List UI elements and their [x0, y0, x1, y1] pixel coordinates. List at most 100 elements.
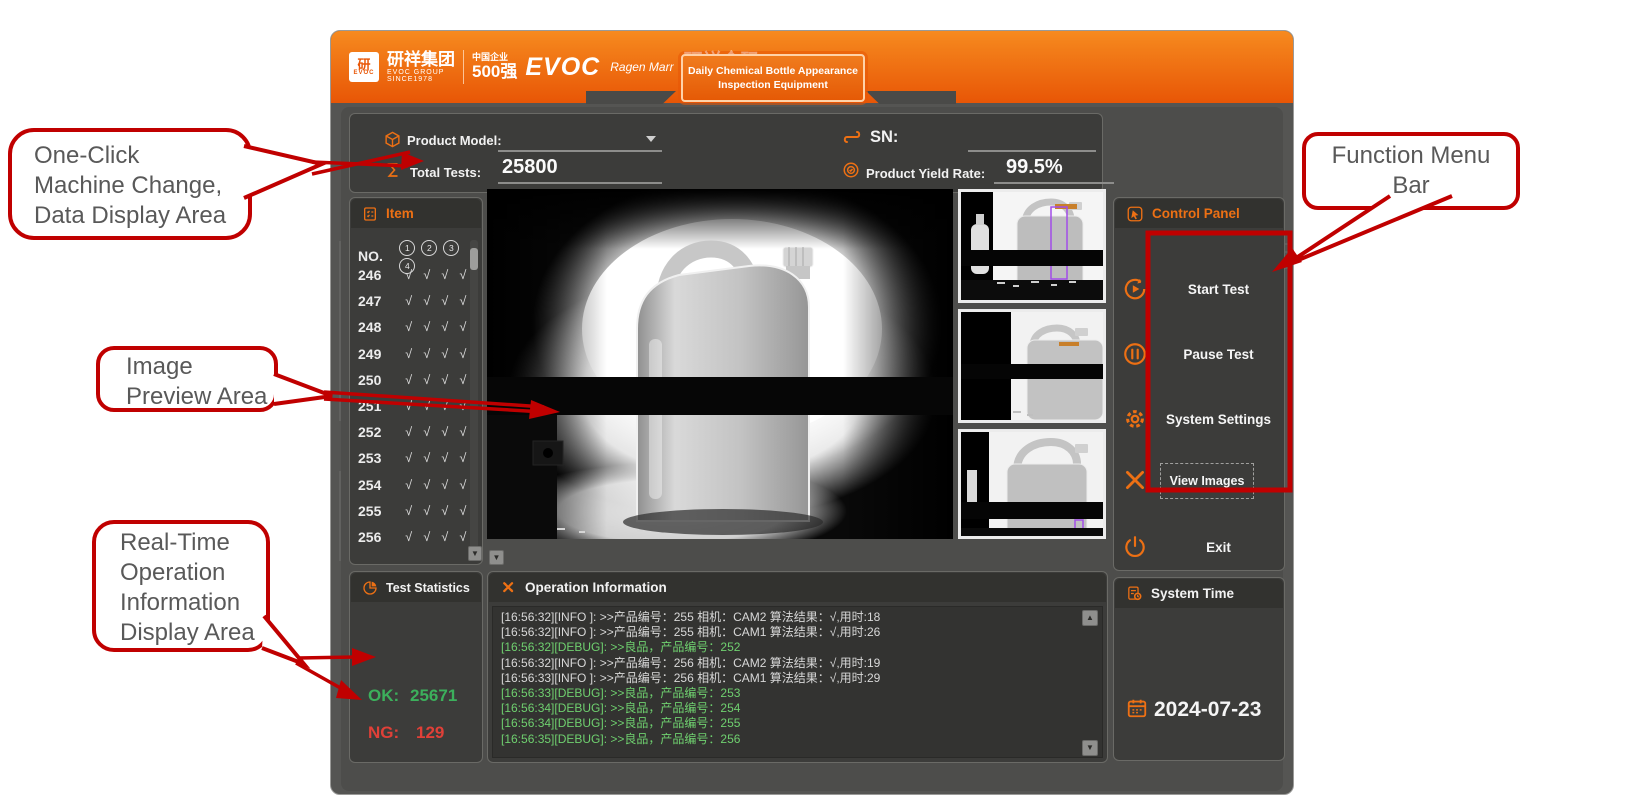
check-mark: √ — [436, 373, 454, 387]
view-images-button[interactable]: View Images — [1160, 463, 1254, 499]
sn-field[interactable] — [968, 128, 1096, 152]
check-mark: √ — [436, 504, 454, 518]
check-mark: √ — [418, 504, 436, 518]
system-settings-label: System Settings — [1157, 412, 1280, 427]
product-model-select[interactable] — [498, 128, 662, 152]
total-tests-label: Total Tests: — [410, 165, 481, 180]
table-row[interactable]: 255√√√√ — [352, 498, 472, 524]
table-row[interactable]: 248√√√√ — [352, 314, 472, 340]
check-mark: √ — [418, 347, 436, 361]
item-panel: Item NO. 1234 246√√√√247√√√√248√√√√249√√… — [349, 197, 483, 565]
check-mark: √ — [400, 504, 418, 518]
camera-preview-1[interactable] — [958, 189, 1106, 303]
sn-icon — [842, 127, 862, 147]
item-scrollbar[interactable] — [470, 240, 478, 548]
ng-value: 129 — [416, 723, 444, 743]
camera-preview-3[interactable] — [958, 429, 1106, 539]
frame-decoration — [339, 241, 341, 421]
scroll-up-button[interactable]: ▲ — [1082, 610, 1098, 626]
total-tests-value: 25800 — [502, 156, 558, 179]
table-row[interactable]: 246√√√√ — [352, 262, 472, 288]
start-test-label: Start Test — [1157, 282, 1280, 297]
start-test-icon — [1122, 276, 1148, 302]
check-mark: √ — [436, 425, 454, 439]
row-number: 252 — [352, 424, 400, 440]
stats-panel-header: Test Statistics — [351, 573, 481, 602]
check-mark: √ — [400, 425, 418, 439]
log-line: [16:56:32][INFO ]: >>产品编号：255 相机：CAM1 算法… — [501, 625, 1102, 640]
table-row[interactable]: 247√√√√ — [352, 288, 472, 314]
preview-image-1 — [961, 192, 1103, 300]
yield-rate-field: 99.5% — [994, 154, 1114, 184]
row-number: 253 — [352, 450, 400, 466]
log-panel-header: Operation Information — [489, 573, 1106, 602]
table-row[interactable]: 251√√√√ — [352, 393, 472, 419]
log-line: [16:56:34][DEBUG]: >>良品，产品编号：254 — [501, 701, 1102, 716]
evoc-logo-icon: 研 EVOC — [349, 52, 379, 82]
item-panel-title: Item — [386, 206, 414, 221]
checklist-icon — [362, 206, 378, 222]
row-number: 250 — [352, 372, 400, 388]
scrollbar-thumb[interactable] — [470, 248, 478, 270]
table-row[interactable]: 254√√√√ — [352, 472, 472, 498]
log-line: [16:56:32][DEBUG]: >>良品，产品编号：252 — [501, 640, 1102, 655]
ng-label: NG: — [368, 723, 399, 743]
row-number: 251 — [352, 398, 400, 414]
callout-pointer — [274, 374, 332, 404]
control-panel: Control Panel Start Test Pause Test Syst… — [1113, 197, 1285, 571]
view-images-label: View Images — [1170, 474, 1245, 488]
product-model-label: Product Model: — [407, 133, 502, 148]
cam-column-header: 2 — [421, 240, 437, 256]
brand-500: 500强 — [472, 63, 517, 81]
log-line: [16:56:32][INFO ]: >>产品编号：256 相机：CAM2 算法… — [501, 656, 1102, 671]
table-row[interactable]: 252√√√√ — [352, 419, 472, 445]
camera-preview-2[interactable] — [958, 309, 1106, 423]
sn-label: SN: — [870, 128, 898, 147]
row-number: 254 — [352, 477, 400, 493]
scroll-down-button[interactable]: ▼ — [468, 546, 482, 561]
table-row[interactable]: 256√√√√ — [352, 524, 472, 550]
bottle-camera-image — [487, 189, 953, 539]
yield-rate-label: Product Yield Rate: — [866, 166, 985, 181]
table-row[interactable]: 250√√√√ — [352, 367, 472, 393]
power-icon — [1122, 534, 1148, 560]
check-mark: √ — [418, 451, 436, 465]
callout-image-preview-area: Image Preview Area — [96, 346, 278, 412]
system-time-panel: System Time 2024-07-23 — [1113, 577, 1285, 761]
row-number: 247 — [352, 293, 400, 309]
table-row[interactable]: 249√√√√ — [352, 341, 472, 367]
check-mark: √ — [418, 294, 436, 308]
app-header: 研 EVOC 研祥集团 EVOC GROUP SINCE1978 中国企业 50… — [331, 31, 1293, 103]
callout-pointer — [244, 146, 322, 198]
preview-image-3 — [961, 432, 1103, 536]
product-model-icon — [384, 131, 401, 148]
pause-test-label: Pause Test — [1157, 347, 1280, 362]
log-body[interactable]: [16:56:32][INFO ]: >>产品编号：255 相机：CAM2 算法… — [492, 606, 1103, 758]
check-mark: √ — [436, 347, 454, 361]
yield-rate-value: 99.5% — [1006, 156, 1063, 179]
callout-function-menu-bar: Function Menu Bar — [1302, 132, 1520, 210]
scroll-down-button[interactable]: ▼ — [1082, 740, 1098, 756]
data-display-panel: Product Model: Total Tests: 25800 SN: Pr… — [349, 113, 1103, 193]
check-mark: √ — [436, 451, 454, 465]
pie-chart-icon — [362, 580, 378, 596]
table-row[interactable]: 253√√√√ — [352, 445, 472, 471]
check-mark: √ — [418, 268, 436, 282]
scroll-down-button[interactable]: ▼ — [489, 550, 504, 565]
total-tests-icon — [384, 160, 402, 180]
cam-column-header: 1 — [399, 240, 415, 256]
log-panel-title: Operation Information — [525, 580, 667, 595]
row-number: 249 — [352, 346, 400, 362]
ok-value: 25671 — [410, 686, 457, 706]
brand-evoc-wordmark: EVOC — [525, 53, 600, 82]
preview-image-2 — [961, 312, 1103, 420]
app-title: Daily Chemical Bottle Appearance Inspect… — [681, 54, 865, 102]
chevron-down-icon — [646, 136, 656, 142]
row-number: 248 — [352, 319, 400, 335]
control-panel-title: Control Panel — [1152, 206, 1240, 221]
check-mark: √ — [400, 268, 418, 282]
check-mark: √ — [418, 425, 436, 439]
row-number: 246 — [352, 267, 400, 283]
app-title-line1: Daily Chemical Bottle Appearance — [688, 64, 858, 78]
row-number: 255 — [352, 503, 400, 519]
